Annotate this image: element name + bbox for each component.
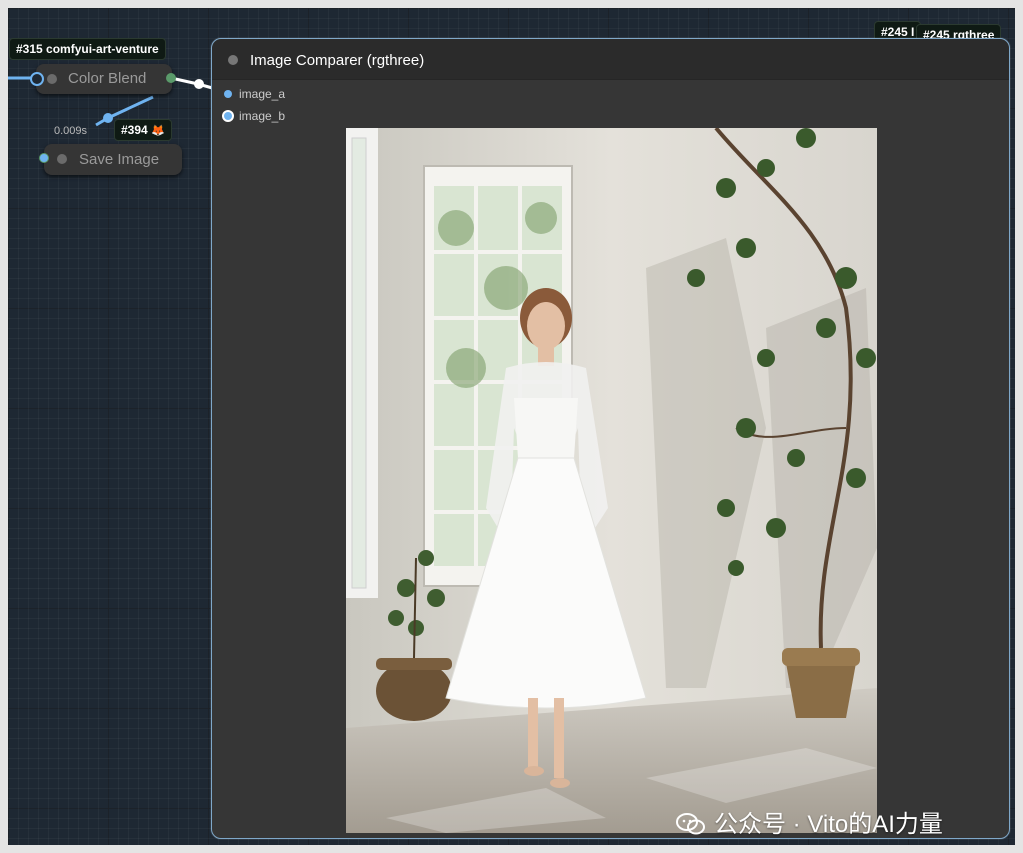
save-image-label: Save Image xyxy=(79,151,160,168)
collapse-dot-icon[interactable] xyxy=(228,55,238,65)
fox-icon: 🦊 xyxy=(151,125,165,137)
save-image-input-port[interactable] xyxy=(39,153,49,163)
node-315-badge: #315 comfyui-art-venture xyxy=(9,38,166,60)
comparison-image[interactable] xyxy=(346,128,877,833)
color-blend-label: Color Blend xyxy=(68,70,147,87)
save-image-timing: 0.009s xyxy=(54,125,88,137)
save-image-node[interactable]: Save Image xyxy=(44,144,182,175)
input-label-image-a: image_a xyxy=(239,87,286,101)
color-blend-output-port[interactable] xyxy=(166,73,176,83)
image-comparer-title: Image Comparer (rgthree) xyxy=(250,52,425,69)
wire-reroute-dot-blue xyxy=(103,113,113,123)
node-394-badge: #394 🦊 xyxy=(114,119,172,141)
watermark-text: 公众号 · Vito的AI力量 xyxy=(714,811,943,838)
color-blend-input-port[interactable] xyxy=(30,72,44,86)
collapse-dot-icon[interactable] xyxy=(47,74,57,84)
node-394-id: #394 xyxy=(121,123,148,137)
input-label-image-b: image_b xyxy=(239,109,286,123)
image-comparer-header[interactable]: Image Comparer (rgthree) xyxy=(212,39,1009,80)
wire-color-blend-to-comparer xyxy=(170,76,217,91)
input-port-image-a[interactable] xyxy=(224,90,232,98)
input-port-image-b[interactable] xyxy=(224,112,232,120)
watermark: 公众号 · Vito的AI力量 xyxy=(676,804,943,839)
collapse-dot-icon[interactable] xyxy=(57,154,67,164)
wire-reroute-dot-white xyxy=(194,79,204,89)
comparison-image-illustration xyxy=(346,128,877,833)
wechat-icon xyxy=(676,813,705,835)
node-graph-canvas[interactable]: #315 comfyui-art-venture Color Blend 0.0… xyxy=(8,8,1015,845)
color-blend-node[interactable]: Color Blend xyxy=(36,64,172,94)
